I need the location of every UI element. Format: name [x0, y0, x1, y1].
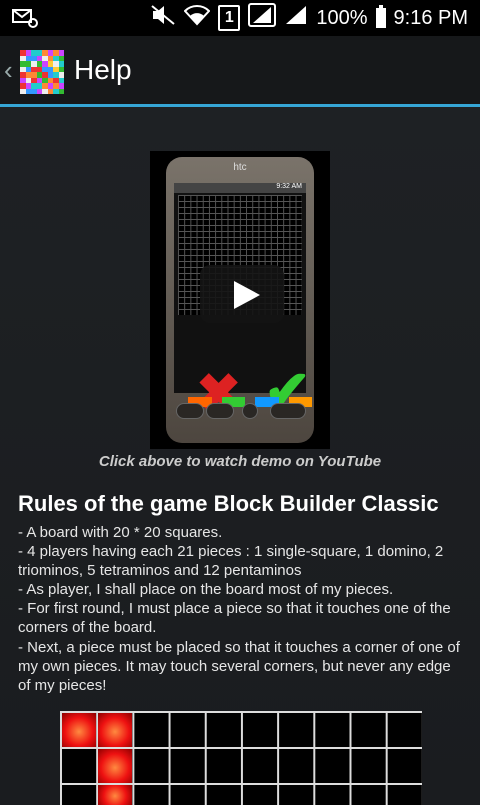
red-square: [98, 749, 132, 783]
example-board-image: [60, 711, 422, 805]
app-icon[interactable]: [20, 50, 64, 94]
rule-line: - A board with 20 * 20 squares.: [18, 524, 223, 541]
play-button[interactable]: [200, 265, 284, 323]
phone-brand: htc: [233, 162, 247, 173]
wifi-icon: [183, 4, 211, 32]
page-title: Help: [74, 54, 132, 85]
phone-status-time: 9:32 AM: [174, 183, 306, 193]
red-square: [62, 713, 96, 747]
help-content[interactable]: htc 9:32 AM ✖ ✔ Click above to watch dem…: [0, 107, 480, 805]
clock: 9:16 PM: [393, 6, 468, 29]
rule-line: - As player, I shall place on the board …: [18, 581, 394, 599]
play-icon: [234, 281, 260, 309]
status-bar: 1 100% 9:16 PM: [0, 0, 480, 36]
rules-heading: Rules of the game Block Builder Classic: [18, 491, 439, 516]
back-chevron-icon[interactable]: ‹: [4, 57, 16, 83]
signal-icon: [284, 4, 308, 32]
battery-percent: 100%: [316, 6, 368, 29]
email-icon: [12, 8, 38, 33]
phone-keys: [176, 403, 306, 429]
sim-indicator: 1: [218, 5, 241, 31]
red-square: [98, 785, 132, 805]
rule-line: - For first round, I must place a piece …: [18, 600, 451, 637]
battery-icon: [375, 5, 386, 28]
video-caption: Click above to watch demo on YouTube: [98, 453, 382, 470]
mute-icon: [150, 4, 176, 32]
youtube-demo-thumbnail[interactable]: htc 9:32 AM ✖ ✔: [150, 151, 330, 449]
rule-line: - 4 players having each 21 pieces : 1 si…: [18, 543, 444, 580]
rules-list: - A board with 20 * 20 squares. - 4 play…: [18, 523, 466, 695]
red-square: [98, 713, 132, 747]
rule-line: - Next, a piece must be placed so that i…: [18, 638, 460, 694]
signal-icon: [248, 3, 277, 33]
action-bar: ‹ Help: [0, 36, 480, 104]
